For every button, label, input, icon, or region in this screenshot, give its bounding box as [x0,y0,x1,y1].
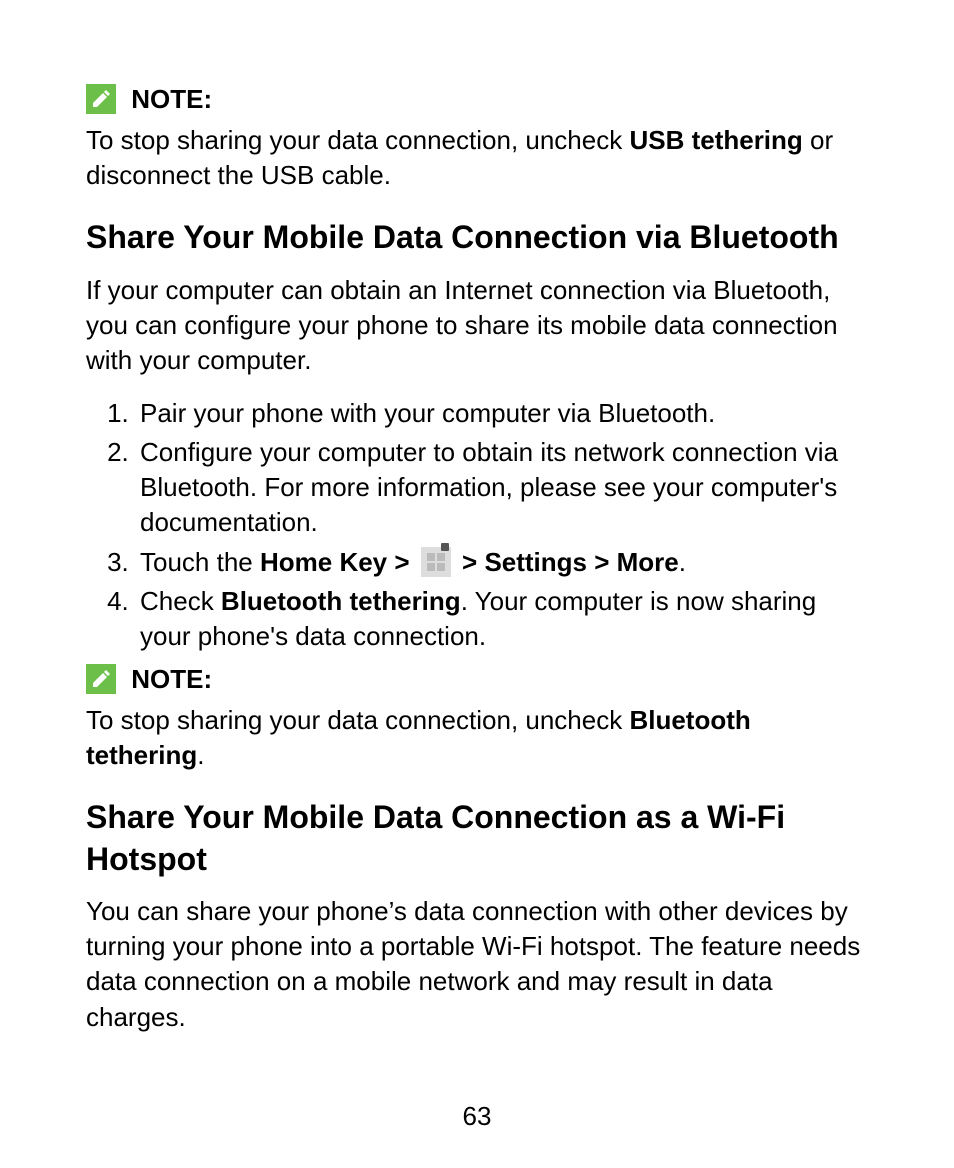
text: . [679,547,686,577]
note-body: To stop sharing your data connection, un… [86,703,868,773]
note-header: NOTE: [86,662,868,697]
bold-text: > Settings > More [462,547,679,577]
apps-grid-icon [421,547,451,577]
bold-text: USB tethering [629,125,802,155]
note-label: NOTE: [131,664,212,694]
text: . [197,740,204,770]
text: Touch the [140,547,260,577]
note-label: NOTE: [131,84,212,114]
pencil-icon [86,664,116,694]
text: To stop sharing your data connection, un… [86,705,629,735]
note-body: To stop sharing your data connection, un… [86,123,868,193]
text: To stop sharing your data connection, un… [86,125,629,155]
section-heading-wifi: Share Your Mobile Data Connection as a W… [86,797,868,880]
list-item: Configure your computer to obtain its ne… [136,435,868,540]
list-item: Pair your phone with your computer via B… [136,396,868,431]
bold-text: Bluetooth tethering [221,586,461,616]
note-header: NOTE: [86,82,868,117]
section-intro: You can share your phone’s data connecti… [86,894,868,1034]
text: Check [140,586,221,616]
list-item: Touch the Home Key > > Settings > More. [136,545,868,580]
bold-text: Home Key > [260,547,410,577]
list-item: Check Bluetooth tethering. Your computer… [136,584,868,654]
section-intro: If your computer can obtain an Internet … [86,273,868,378]
section-heading-bluetooth: Share Your Mobile Data Connection via Bl… [86,217,868,259]
pencil-icon [86,84,116,114]
steps-list: Pair your phone with your computer via B… [86,396,868,654]
page-number: 63 [0,1099,954,1134]
